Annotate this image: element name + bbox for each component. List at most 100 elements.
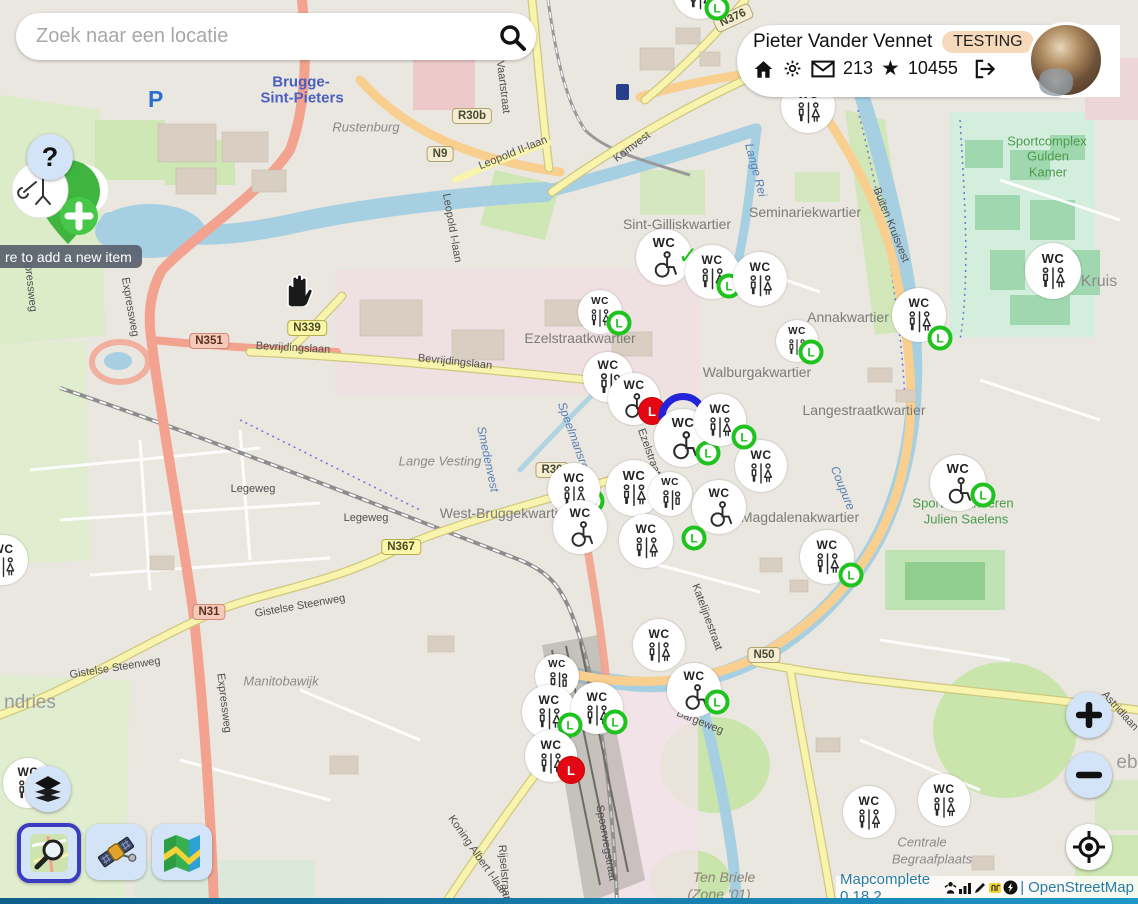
toilet-male-female-icon [1037,267,1069,289]
wc-marker-label: WC [0,543,14,555]
wc-marker[interactable]: WC [843,786,895,838]
fol ded-map-icon [161,832,203,872]
wc-marker-label: WC [624,379,645,391]
bottom-accent-strip [0,898,1138,904]
wc-marker-label: WC [947,462,970,475]
satellite-icon [94,831,138,873]
hand-cursor-icon [281,271,313,312]
opening-hours-badge-green[interactable]: L [603,710,628,735]
testing-badge: TESTING [942,31,1033,53]
toilet-male-female-icon [0,557,18,577]
geolocate-button[interactable] [1066,824,1112,870]
wc-marker-label: WC [623,469,646,482]
toilet-male-female-icon [929,797,959,818]
osm-carto-icon [28,832,70,874]
toilet-male-female-icon [631,537,662,559]
license-icon[interactable] [1003,880,1018,895]
wc-marker-label: WC [934,783,955,795]
search-button[interactable] [488,15,536,59]
wc-marker-label: WC [817,539,838,551]
wc-marker[interactable]: WC [648,472,692,516]
user-panel: Pieter Vander Vennet TESTING 213 ★ 10455 [737,25,1070,97]
star-icon: ★ [881,58,900,79]
edit-pen-icon[interactable] [973,881,987,895]
layers-button[interactable] [25,766,71,812]
opening-hours-badge-green[interactable]: L [839,563,864,588]
wc-marker[interactable]: WC [619,514,673,568]
layers-icon [34,775,62,803]
statistics-icon[interactable] [958,881,972,895]
opening-hours-badge-green[interactable]: L [705,0,730,21]
opening-hours-badge-green[interactable]: L [971,483,996,508]
wc-marker-label: WC [570,507,591,519]
wc-marker-label: WC [788,327,806,337]
attribution-bar: Mapcomplete 0.18.2 | OpenStreet [836,876,1138,899]
contributor-icon[interactable] [944,881,957,895]
wc-marker-label: WC [653,236,676,249]
user-avatar[interactable] [1028,22,1104,98]
toilet-male-female-icon [854,809,884,830]
changesets-count: 10455 [908,58,958,79]
osm-link[interactable]: OpenStreetMap [1028,879,1134,896]
toilet-male-female-icon [705,417,735,438]
wc-marker-label: WC [751,449,772,461]
opening-hours-badge-red[interactable]: L [557,756,585,784]
basemap-option-satellite[interactable] [86,824,146,880]
zoom-out-button[interactable] [1066,752,1112,798]
basemap-option-osm-selected[interactable] [17,823,81,883]
wc-marker-label: WC [649,628,670,640]
toilet-wheelchair-icon [648,251,680,278]
wc-marker-label: WC [636,523,657,535]
add-item-tooltip-text: re to add a new item [5,249,132,265]
home-icon[interactable] [753,59,774,79]
wc-marker-label: WC [541,739,562,751]
search-bar [16,13,536,60]
wc-marker[interactable]: WC [1025,243,1081,299]
wc-marker-label: WC [548,660,566,670]
opening-hours-badge-green[interactable]: L [682,526,707,551]
plus-icon [1076,702,1102,728]
toilet-male-female-icon [793,102,824,124]
wc-marker-label: WC [684,670,705,682]
wc-marker[interactable]: WC [0,535,28,585]
wc-marker[interactable]: WC [733,252,787,306]
help-button[interactable]: ? [27,134,73,180]
wc-marker-label: WC [539,694,560,706]
toilet-wheelchair-icon [704,501,735,527]
settings-gear-icon[interactable] [782,58,803,79]
basemap-option-map[interactable] [152,824,212,880]
theme-logo-icon[interactable] [988,881,1002,895]
wc-marker[interactable]: WC [692,480,746,534]
wc-marker-label: WC [591,297,609,307]
wc-marker-label: WC [909,297,930,309]
opening-hours-badge-green[interactable]: L [928,326,953,351]
crosshair-icon [1072,830,1106,864]
wc-marker[interactable]: WC [918,774,970,826]
user-name: Pieter Vander Vennet [753,31,932,53]
opening-hours-badge-green[interactable]: L [607,311,632,336]
wc-marker[interactable]: WC [633,619,685,671]
wc-marker-label: WC [598,359,619,371]
wc-marker-label: WC [702,254,723,266]
logout-icon[interactable] [974,59,996,79]
wc-marker-label: WC [587,691,608,703]
messages-envelope-icon[interactable] [811,60,835,78]
opening-hours-badge-green[interactable]: L [705,690,730,715]
wc-marker-label: WC [859,795,880,807]
search-input[interactable] [16,25,488,48]
toilet-urinal-icon [657,490,683,510]
wc-marker-label: WC [1042,252,1065,265]
wc-marker-label: WC [661,478,679,488]
wc-marker-label: WC [710,403,731,415]
messages-count: 213 [843,58,873,79]
opening-hours-badge-green[interactable]: L [799,340,824,365]
mapcomplete-app: P Brugge-Sint-PietersRustenburgSint-Gill… [0,0,1138,904]
toilet-male-female-icon [746,463,776,484]
help-button-label: ? [42,142,59,173]
wc-marker-label: WC [709,487,730,499]
zoom-in-button[interactable] [1066,692,1112,738]
minus-icon [1076,762,1102,788]
opening-hours-badge-green[interactable]: L [732,425,757,450]
attribution-separator: | [1020,879,1024,896]
wc-marker[interactable]: WC [553,500,607,554]
